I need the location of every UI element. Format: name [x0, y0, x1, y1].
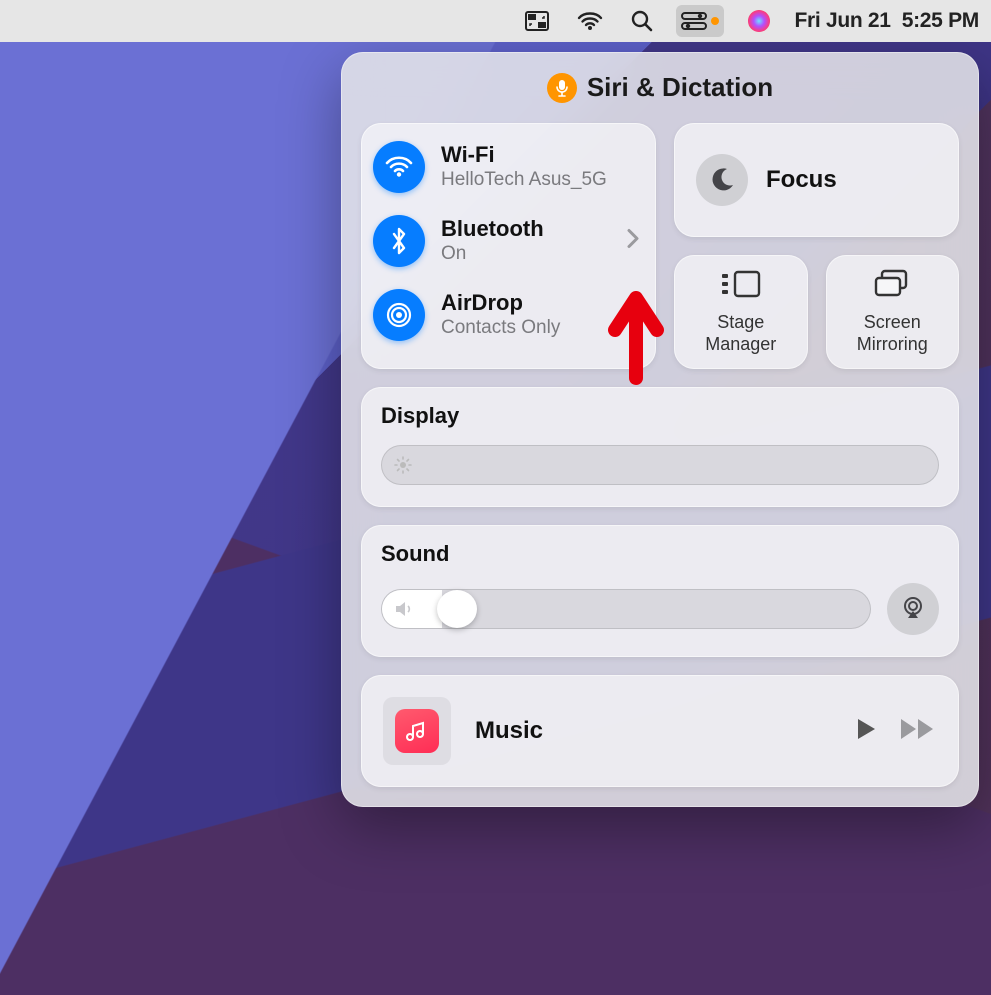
- screen-mirroring-label: Screen Mirroring: [857, 312, 928, 355]
- bluetooth-icon: [373, 215, 425, 267]
- stage-manager-toggle[interactable]: Stage Manager: [674, 255, 808, 369]
- wifi-label: Wi-Fi: [441, 143, 607, 167]
- moon-icon: [696, 154, 748, 206]
- display-arrangement-icon[interactable]: [520, 5, 554, 37]
- stage-manager-icon: [719, 269, 763, 304]
- screen-mirroring-icon: [872, 269, 912, 304]
- wifi-toggle[interactable]: Wi-Fi HelloTech Asus_5G: [373, 141, 644, 193]
- menubar: Fri Jun 21 5:25 PM: [0, 0, 991, 42]
- speaker-icon: [394, 600, 414, 618]
- sun-icon: [394, 456, 412, 474]
- siri-dictation-title: Siri & Dictation: [587, 72, 773, 103]
- airplay-audio-button[interactable]: [887, 583, 939, 635]
- music-app-icon: [395, 709, 439, 753]
- airdrop-label: AirDrop: [441, 291, 560, 315]
- control-center-panel: Siri & Dictation Wi-Fi HelloTech Asus_5G…: [341, 52, 979, 807]
- next-track-button[interactable]: [899, 716, 937, 747]
- sound-label: Sound: [381, 541, 939, 567]
- chevron-right-icon[interactable]: [626, 228, 640, 255]
- menubar-clock[interactable]: Fri Jun 21 5:25 PM: [794, 9, 979, 33]
- spotlight-icon[interactable]: [626, 5, 658, 37]
- screen-mirroring-toggle[interactable]: Screen Mirroring: [826, 255, 960, 369]
- music-title: Music: [475, 717, 829, 745]
- focus-label: Focus: [766, 166, 837, 194]
- display-label: Display: [381, 403, 939, 429]
- play-button[interactable]: [853, 716, 879, 747]
- control-center-indicator-dot: [711, 17, 719, 25]
- annotation-arrow: [601, 286, 671, 391]
- airdrop-status: Contacts Only: [441, 317, 560, 339]
- volume-slider[interactable]: [381, 589, 871, 629]
- airdrop-icon: [373, 289, 425, 341]
- wifi-network-name: HelloTech Asus_5G: [441, 169, 607, 191]
- stage-manager-label: Stage Manager: [705, 312, 776, 355]
- airplay-icon: [900, 594, 926, 625]
- wifi-menubar-icon[interactable]: [572, 5, 608, 37]
- music-card[interactable]: Music: [361, 675, 959, 787]
- wifi-icon: [373, 141, 425, 193]
- focus-toggle[interactable]: Focus: [674, 123, 959, 237]
- control-center-icon[interactable]: [676, 5, 724, 37]
- bluetooth-label: Bluetooth: [441, 217, 544, 241]
- brightness-slider[interactable]: [381, 445, 939, 485]
- sound-card: Sound: [361, 525, 959, 657]
- bluetooth-toggle[interactable]: Bluetooth On: [373, 215, 644, 267]
- siri-dictation-header[interactable]: Siri & Dictation: [361, 72, 959, 103]
- siri-menubar-icon[interactable]: [742, 5, 776, 37]
- display-card: Display: [361, 387, 959, 507]
- bluetooth-status: On: [441, 243, 544, 265]
- volume-slider-thumb[interactable]: [437, 590, 477, 628]
- microphone-icon: [547, 73, 577, 103]
- music-artwork: [383, 697, 451, 765]
